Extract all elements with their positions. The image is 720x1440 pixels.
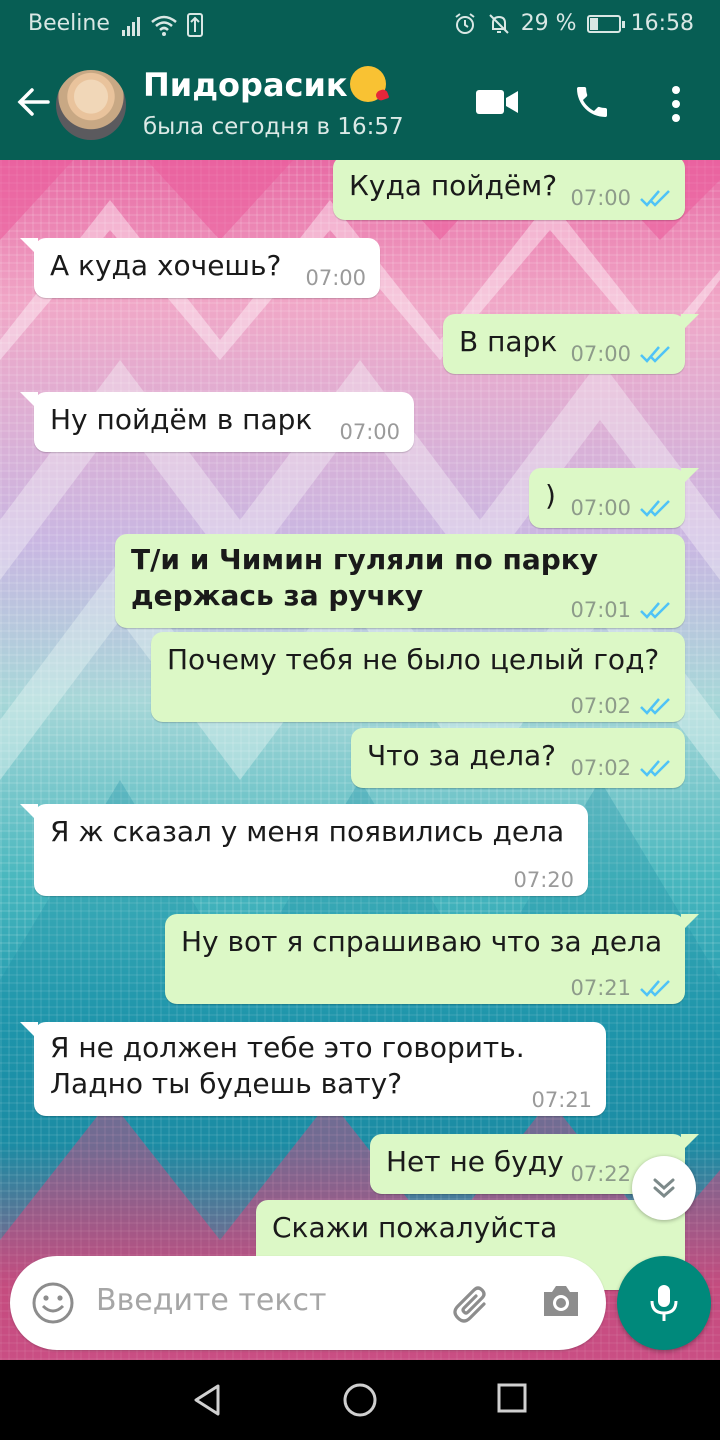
message-time: 07:00 — [570, 496, 631, 520]
chat-header: Пидорасик была сегодня в 16:57 — [0, 48, 720, 160]
read-ticks-icon — [640, 500, 670, 517]
message-incoming[interactable]: А куда хочешь? 07:00 — [20, 238, 380, 298]
chevron-down-icon — [653, 1178, 675, 1199]
video-call-icon[interactable] — [474, 86, 520, 118]
message-text: ) — [545, 479, 556, 512]
message-outgoing[interactable]: Т/и и Чимин гуляли по парку держась за р… — [115, 534, 685, 628]
message-time: 07:20 — [513, 868, 574, 892]
message-incoming[interactable]: Ну пойдём в парк 07:00 — [20, 392, 414, 452]
message-time: 07:00 — [305, 266, 366, 290]
system-nav-bar — [0, 1360, 720, 1440]
message-time: 07:21 — [531, 1088, 592, 1112]
message-text: Ну пойдём в парк — [50, 403, 313, 436]
message-time: 07:01 — [570, 598, 631, 622]
battery-percent: 29 % — [520, 11, 577, 36]
mic-icon — [650, 1285, 678, 1321]
alarm-icon — [455, 12, 475, 34]
more-vert-icon[interactable] — [664, 84, 688, 124]
message-text: Скажи пожалуйста — [272, 1211, 558, 1244]
voice-record-button[interactable] — [617, 1256, 711, 1350]
message-incoming[interactable]: Я ж сказал у меня появились дела 07:20 — [20, 804, 588, 896]
message-text-line-2: Ладно ты будешь вату? — [50, 1067, 403, 1100]
message-outgoing[interactable]: В парк 07:00 — [443, 314, 699, 374]
message-text: В парк — [459, 325, 558, 358]
signal-wifi-icons — [122, 13, 203, 37]
message-outgoing[interactable]: Что за дела? 07:02 — [351, 728, 685, 788]
read-ticks-icon — [640, 346, 670, 363]
carrier-name: Beeline — [28, 11, 110, 36]
message-time: 07:02 — [570, 694, 631, 718]
read-ticks-icon — [640, 760, 670, 777]
message-text: Куда пойдём? — [349, 169, 558, 202]
nav-recents-icon[interactable] — [496, 1382, 528, 1414]
message-incoming[interactable]: Я не должен тебе это говорить. Ладно ты … — [20, 1022, 606, 1116]
mute-icon — [488, 13, 509, 34]
phone-call-icon[interactable] — [572, 82, 612, 122]
message-outgoing[interactable]: Куда пойдём? 07:00 — [333, 160, 685, 220]
message-text: А куда хочешь? — [50, 249, 282, 282]
message-text-line-1: Я не должен тебе это говорить. — [50, 1031, 525, 1064]
message-time: 07:02 — [570, 756, 631, 780]
read-ticks-icon — [640, 190, 670, 207]
scroll-to-bottom-button[interactable] — [632, 1156, 696, 1220]
back-arrow-icon[interactable] — [14, 82, 54, 122]
message-time: 07:00 — [570, 186, 631, 210]
message-text: Я ж сказал у меня появились дела — [50, 815, 565, 848]
message-text-line-2: держась за ручку — [131, 579, 424, 612]
avatar[interactable] — [56, 70, 126, 140]
message-time: 07:22 — [570, 1162, 631, 1186]
nav-home-icon[interactable] — [342, 1382, 378, 1418]
battery-icon — [586, 14, 625, 33]
message-text: Почему тебя не было целый год? — [167, 643, 660, 676]
message-text: Что за дела? — [367, 739, 556, 772]
contact-name[interactable]: Пидорасик — [143, 66, 386, 104]
camera-icon[interactable] — [540, 1280, 582, 1322]
message-composer[interactable]: Введите текст — [10, 1256, 606, 1350]
message-outgoing[interactable]: ) 07:00 — [529, 468, 699, 528]
kiss-emoji-icon — [349, 66, 386, 102]
message-time: 07:00 — [570, 342, 631, 366]
last-seen: была сегодня в 16:57 — [143, 114, 404, 140]
chat-area[interactable]: Куда пойдём? 07:00 А куда хочешь? 07:00 … — [0, 160, 720, 1360]
message-time: 07:00 — [339, 420, 400, 444]
status-bar: Beeline 29 % 16:58 — [0, 0, 720, 48]
message-text: Нет не буду — [386, 1145, 564, 1178]
read-ticks-icon — [640, 698, 670, 715]
attach-icon[interactable] — [450, 1282, 494, 1326]
read-ticks-icon — [640, 602, 670, 619]
message-time: 07:21 — [570, 976, 631, 1000]
emoji-icon[interactable] — [30, 1280, 76, 1326]
message-outgoing[interactable]: Ну вот я спрашиваю что за дела 07:21 — [165, 914, 699, 1004]
message-text: Ну вот я спрашиваю что за дела — [181, 925, 663, 958]
message-input[interactable]: Введите текст — [96, 1283, 326, 1318]
clock: 16:58 — [630, 11, 694, 36]
nav-back-icon[interactable] — [190, 1382, 224, 1418]
read-ticks-icon — [640, 980, 670, 997]
message-text-line-1: Т/и и Чимин гуляли по парку — [131, 543, 599, 576]
message-outgoing[interactable]: Почему тебя не было целый год? 07:02 — [151, 632, 685, 722]
